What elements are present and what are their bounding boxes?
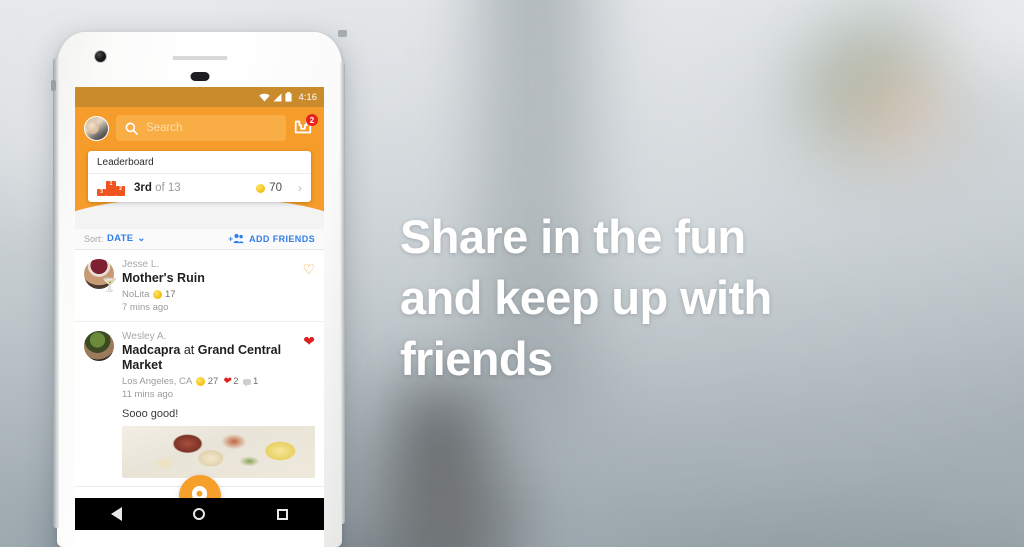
headline-line-3: friends — [400, 332, 553, 385]
status-icons — [258, 92, 292, 102]
leaderboard-card[interactable]: Leaderboard 3 1 2 3rd of 13 70 › — [88, 151, 311, 202]
android-nav-bar — [75, 498, 324, 530]
search-input[interactable]: Search — [116, 115, 286, 141]
podium-icon: 3 1 2 — [97, 180, 125, 196]
leaderboard-rank: 3rd of 13 — [134, 182, 247, 194]
comments-value: 1 — [253, 376, 259, 387]
leaderboard-title: Leaderboard — [88, 151, 311, 174]
marketing-headline: Share in the fun and keep up with friend… — [400, 206, 920, 389]
volume-button[interactable] — [51, 80, 56, 91]
post-title: Madcapra at Grand Central Market — [122, 343, 315, 373]
add-friends-icon: + — [228, 233, 244, 243]
post-body: Jesse L. Mother's Ruin NoLita 17 7 mins … — [122, 259, 315, 313]
rank-suffix: of 13 — [155, 182, 181, 194]
phone-screen: 4:16 Search 2 Leaderboard 3 1 2 3rd of 1… — [75, 87, 324, 530]
post-location: NoLita — [122, 289, 150, 300]
phone-mockup: 4:16 Search 2 Leaderboard 3 1 2 3rd of 1… — [51, 30, 347, 547]
food-photo[interactable] — [122, 426, 315, 478]
jesse-avatar[interactable]: 🍸 — [84, 259, 118, 291]
post-comment: Sooo good! — [122, 408, 179, 420]
post-location: Los Angeles, CA — [122, 376, 193, 387]
signal-icon — [273, 93, 281, 101]
heart-filled-icon[interactable]: ❤ — [303, 333, 315, 350]
rank-value: 3rd — [134, 182, 152, 194]
notification-badge: 2 — [306, 114, 318, 126]
coin-icon — [256, 183, 266, 193]
podium-place-1: 1 — [106, 181, 116, 196]
earpiece-speaker — [172, 56, 227, 60]
power-button[interactable] — [338, 30, 347, 37]
sort-value: DATE — [107, 233, 134, 244]
coin-icon — [196, 377, 206, 386]
back-triangle-icon[interactable] — [110, 507, 122, 521]
notifications-button[interactable]: 2 — [293, 114, 318, 139]
post-username: Wesley A. — [122, 331, 167, 342]
app-header: Search 2 Leaderboard 3 1 2 3rd of 13 70 … — [75, 107, 324, 229]
coin-icon — [153, 290, 163, 299]
search-placeholder: Search — [146, 122, 183, 134]
post-title-connector: at — [180, 343, 198, 357]
chevron-right-icon[interactable]: › — [298, 181, 302, 195]
search-icon — [125, 122, 138, 135]
post-points: 27 — [196, 376, 218, 387]
post-body: Wesley A. Madcapra at Grand Central Mark… — [122, 331, 315, 400]
post-time: 11 mins ago — [122, 389, 174, 400]
cocktail-emoji-icon: 🍸 — [101, 277, 118, 292]
wesley-avatar[interactable] — [84, 331, 114, 361]
my-avatar[interactable] — [84, 115, 109, 141]
leaderboard-row[interactable]: 3 1 2 3rd of 13 70 › — [88, 174, 311, 202]
android-status-bar: 4:16 — [75, 87, 324, 107]
post-points: 17 — [153, 289, 176, 300]
comment-bubble-icon — [242, 378, 251, 387]
heart-filled-icon: ❤ — [222, 376, 231, 387]
activity-feed: 🍸 Jesse L. Mother's Ruin NoLita 17 7 min… — [75, 250, 324, 487]
header-row: Search 2 — [84, 114, 318, 141]
svg-text:+: + — [228, 234, 233, 243]
phone-chin — [75, 530, 324, 547]
headline-line-2: and keep up with — [400, 271, 772, 324]
add-friends-button[interactable]: + ADD FRIENDS — [228, 233, 315, 244]
podium-place-2: 2 — [116, 186, 125, 196]
post-time: 7 mins ago — [122, 302, 169, 313]
post-title: Mother's Ruin — [122, 271, 205, 285]
recents-square-icon[interactable] — [277, 508, 289, 520]
feed-post[interactable]: 🍸 Jesse L. Mother's Ruin NoLita 17 7 min… — [75, 250, 324, 322]
chevron-down-icon: ⌄ — [137, 233, 146, 244]
status-bar-time: 4:16 — [298, 91, 318, 103]
feed-post[interactable]: Wesley A. Madcapra at Grand Central Mark… — [75, 322, 324, 487]
podium-place-3: 3 — [97, 189, 106, 196]
home-circle-icon[interactable] — [193, 508, 206, 520]
sort-row: Sort: DATE ⌄ + ADD FRIENDS — [75, 227, 324, 250]
proximity-sensor — [190, 72, 209, 81]
wifi-icon — [258, 93, 270, 101]
leaderboard-points: 70 — [256, 182, 282, 194]
heart-outline-icon[interactable]: ♡ — [302, 261, 315, 278]
sort-control[interactable]: Sort: DATE ⌄ — [84, 233, 146, 244]
post-meta: NoLita 17 — [122, 289, 315, 300]
points-value: 17 — [164, 289, 176, 300]
post-title-main: Madcapra — [122, 343, 181, 357]
sort-label: Sort: — [84, 233, 104, 244]
points-value: 27 — [207, 376, 219, 387]
front-camera-icon — [95, 51, 106, 62]
battery-icon — [284, 92, 292, 102]
post-meta: Los Angeles, CA 27 ❤ 2 1 — [122, 376, 315, 387]
post-likes: ❤ 2 — [222, 376, 238, 387]
post-username: Jesse L. — [122, 259, 160, 270]
post-comments: 1 — [242, 376, 259, 387]
add-friends-label: ADD FRIENDS — [249, 233, 315, 244]
likes-value: 2 — [233, 376, 239, 387]
points-value: 70 — [269, 182, 282, 194]
headline-line-1: Share in the fun — [400, 210, 746, 263]
